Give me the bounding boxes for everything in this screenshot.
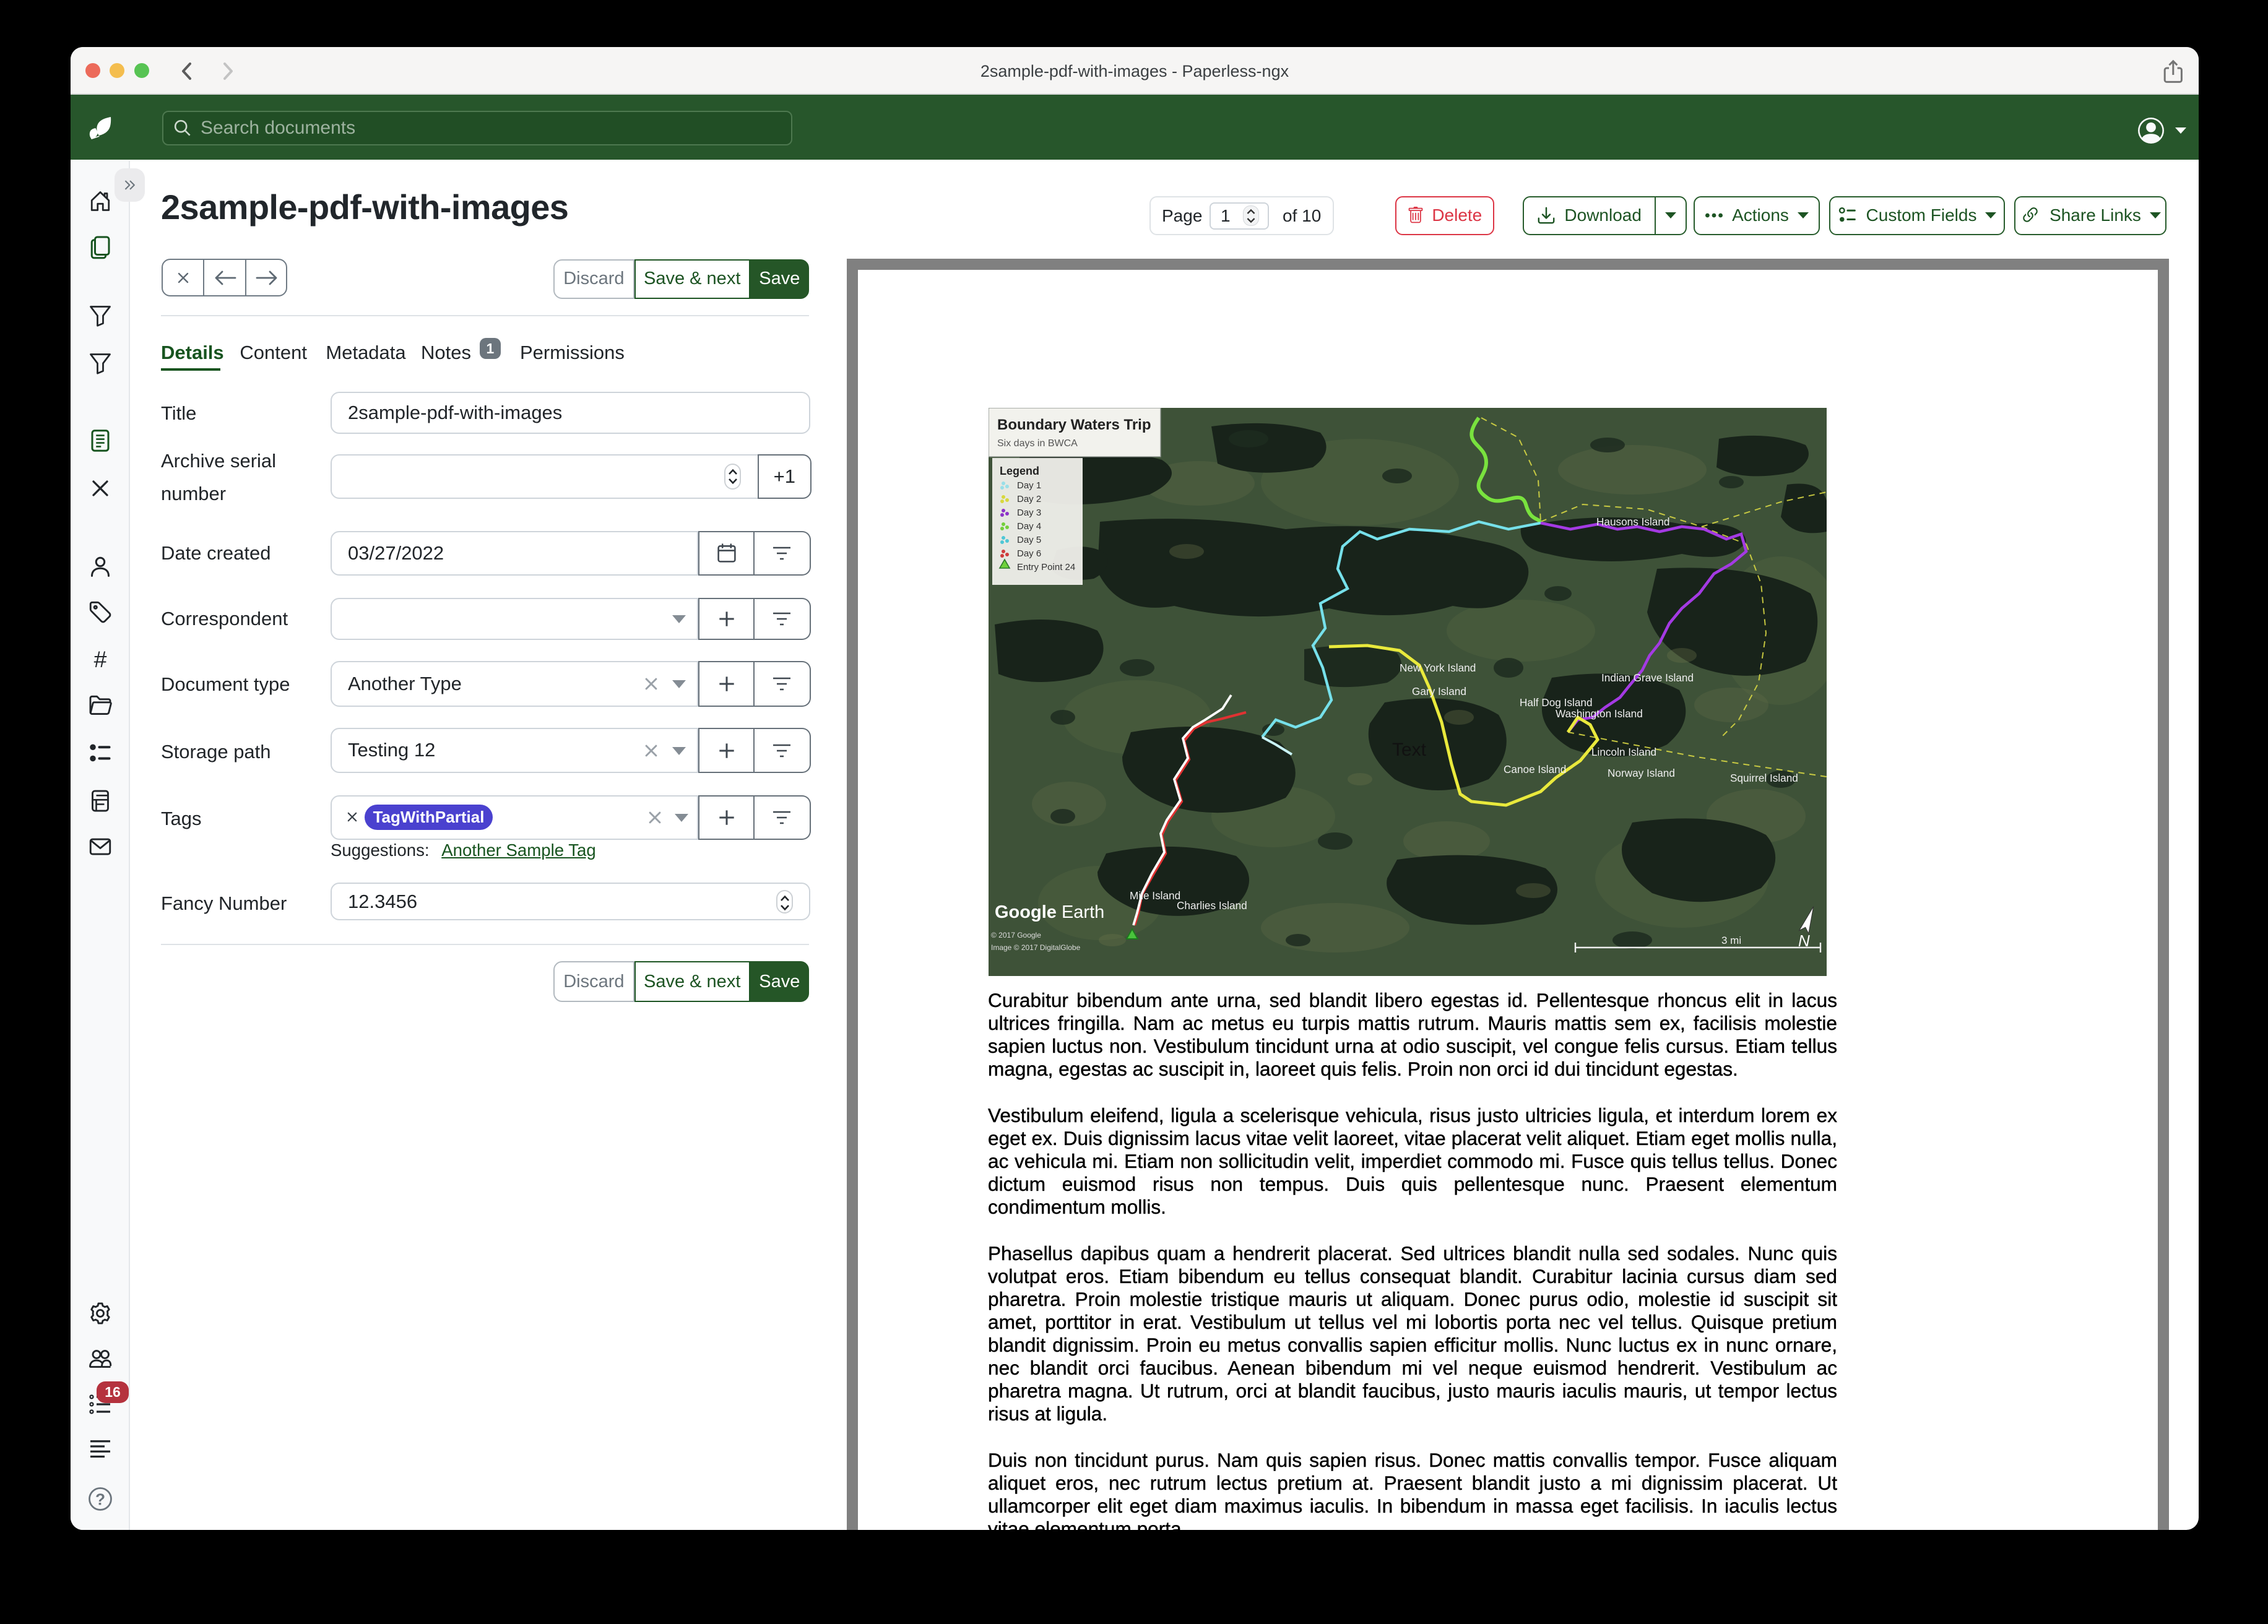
svg-text:Day 4: Day 4 bbox=[1017, 521, 1041, 532]
svg-text:Six days in BWCA: Six days in BWCA bbox=[997, 438, 1078, 449]
svg-text:Day 1: Day 1 bbox=[1017, 480, 1041, 491]
svg-text:Day 6: Day 6 bbox=[1017, 548, 1041, 559]
svg-text:Washington Island: Washington Island bbox=[1556, 707, 1643, 720]
svg-text:?: ? bbox=[95, 1490, 105, 1509]
svg-text:Day 3: Day 3 bbox=[1017, 508, 1041, 518]
svg-text:Gary Island: Gary Island bbox=[1412, 685, 1466, 698]
svg-text:Boundary Waters Trip: Boundary Waters Trip bbox=[997, 417, 1151, 433]
svg-text:Image © 2017 DigitalGlobe: Image © 2017 DigitalGlobe bbox=[991, 943, 1081, 952]
svg-text:New York Island: New York Island bbox=[1400, 662, 1476, 674]
svg-text:© 2017 Google: © 2017 Google bbox=[991, 931, 1041, 939]
svg-text:Charlies Island: Charlies Island bbox=[1177, 899, 1247, 912]
svg-text:#: # bbox=[94, 647, 107, 672]
svg-text:Hausons Island: Hausons Island bbox=[1596, 516, 1669, 528]
svg-text:Day 2: Day 2 bbox=[1017, 494, 1041, 504]
svg-text:Half Dog Island: Half Dog Island bbox=[1520, 696, 1593, 709]
svg-text:Legend: Legend bbox=[1000, 465, 1039, 477]
svg-text:Text: Text bbox=[1392, 740, 1427, 760]
svg-text:3 mi: 3 mi bbox=[1721, 935, 1741, 946]
svg-text:Squirrel Island: Squirrel Island bbox=[1730, 772, 1798, 784]
svg-text:Indian Grave Island: Indian Grave Island bbox=[1601, 672, 1694, 684]
svg-text:Google Earth: Google Earth bbox=[995, 902, 1104, 922]
svg-text:Norway Island: Norway Island bbox=[1608, 767, 1675, 779]
svg-text:Lincoln Island: Lincoln Island bbox=[1591, 746, 1656, 758]
svg-text:Day 5: Day 5 bbox=[1017, 535, 1041, 545]
svg-text:Entry Point 24: Entry Point 24 bbox=[1017, 562, 1075, 572]
svg-text:Mile Island: Mile Island bbox=[1130, 889, 1180, 902]
svg-text:N: N bbox=[1798, 931, 1810, 950]
svg-text:Canoe Island: Canoe Island bbox=[1504, 763, 1566, 775]
